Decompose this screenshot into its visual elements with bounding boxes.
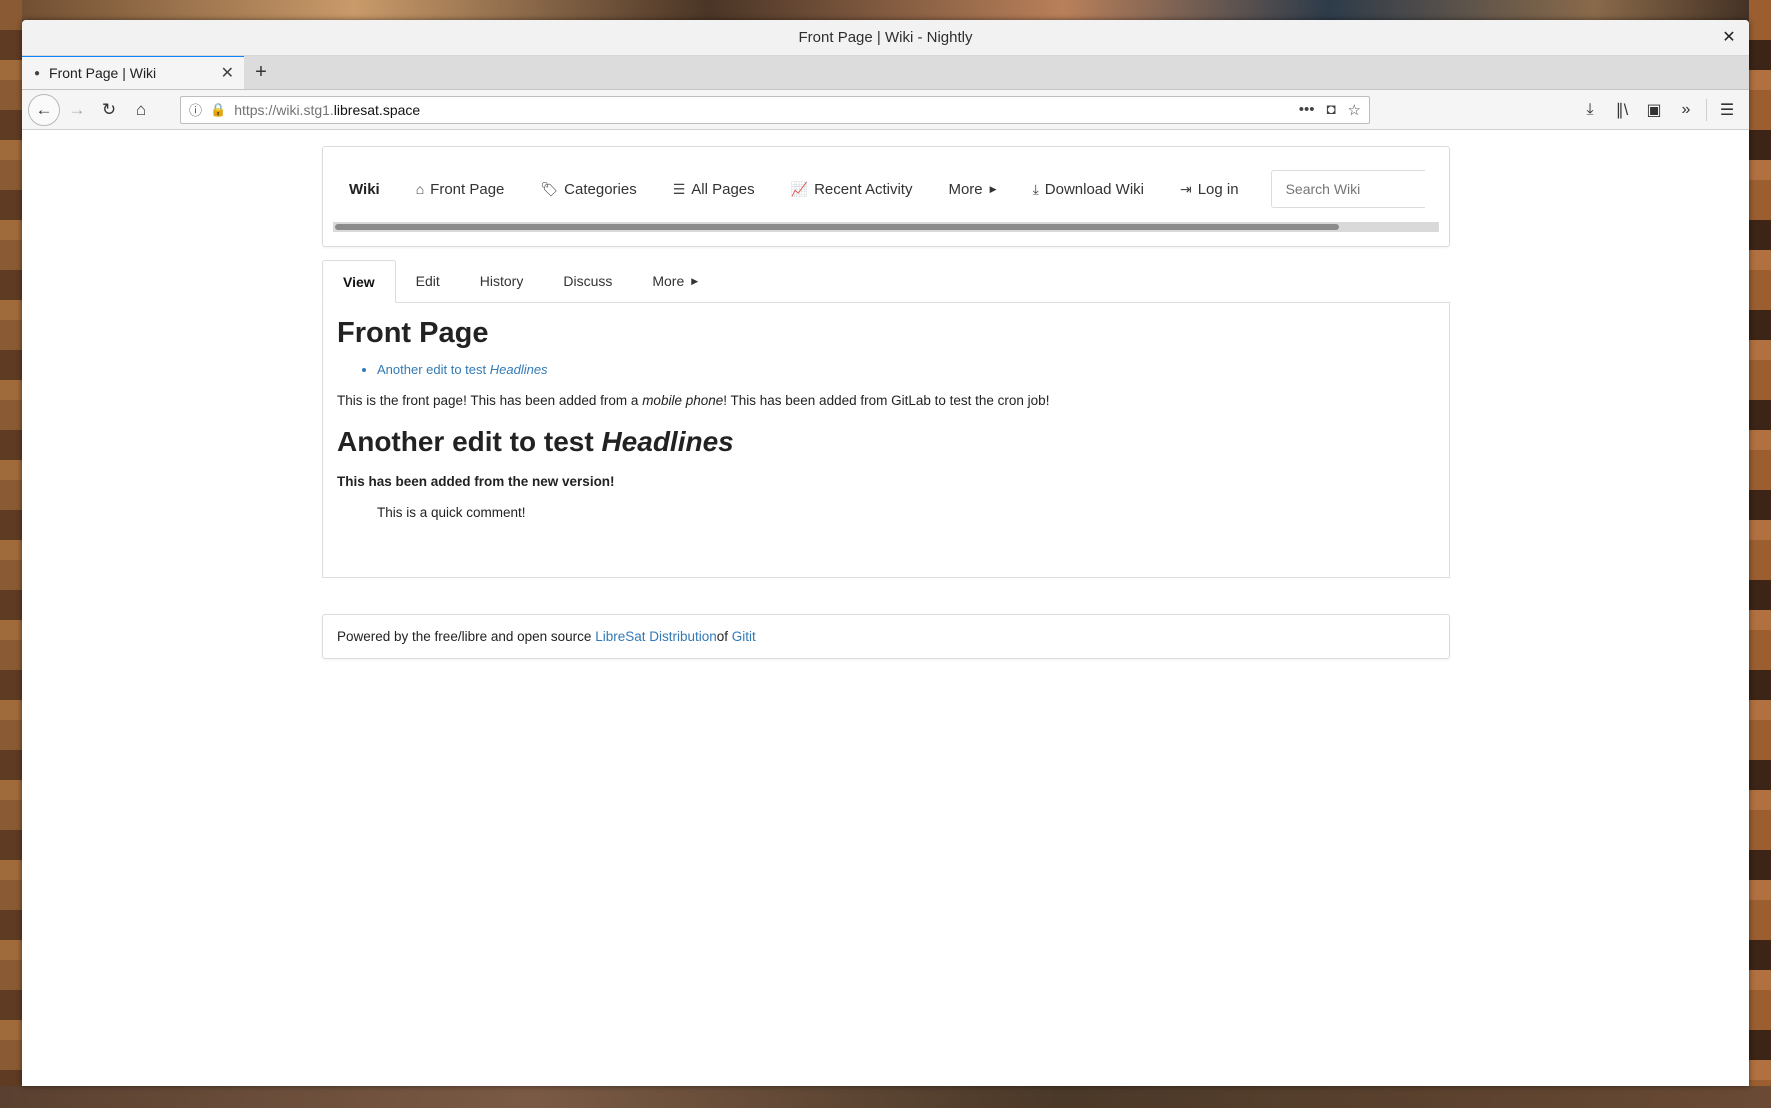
library-icon[interactable]: ∥\: [1606, 100, 1638, 120]
browser-window: Front Page | Wiki - Nightly ✕ ● Front Pa…: [22, 20, 1749, 1086]
caret-right-icon: ▶: [989, 183, 997, 194]
bookmark-star-icon[interactable]: ☆: [1348, 101, 1361, 119]
page-actions-icon[interactable]: •••: [1299, 101, 1315, 118]
bold-line: This has been added from the new version…: [337, 474, 615, 489]
nav-download-wiki-label: Download Wiki: [1044, 180, 1144, 198]
nav-more-label: More: [948, 180, 983, 198]
tab-strip: ● Front Page | Wiki ✕ +: [22, 55, 1749, 90]
home-button[interactable]: ⌂: [126, 95, 156, 125]
tab-edit[interactable]: Edit: [396, 260, 460, 302]
nav-categories-label: Categories: [564, 180, 637, 198]
nav-recent-activity[interactable]: 📈 Recent Activity: [773, 181, 931, 198]
downloads-icon[interactable]: ⤓: [1574, 101, 1606, 119]
lock-icon[interactable]: 🔒: [210, 102, 226, 118]
footer-middle: of: [716, 629, 729, 644]
article-body: Front Page Another edit to test Headline…: [322, 303, 1450, 578]
page-title: Front Page: [337, 317, 489, 349]
tab-view[interactable]: View: [322, 260, 396, 303]
toc-link[interactable]: Another edit to test Headlines: [377, 362, 548, 377]
quote-block: This is a quick comment!: [377, 505, 526, 520]
search-input[interactable]: [1270, 170, 1425, 208]
nav-recent-activity-label: Recent Activity: [814, 180, 913, 198]
page-footer: Powered by the free/libre and open sourc…: [322, 614, 1450, 659]
horizontal-scrollbar[interactable]: [333, 222, 1439, 232]
caret-right-icon: ▶: [691, 275, 699, 286]
nav-front-page[interactable]: ⌂ Front Page: [398, 181, 523, 198]
nav-log-in-label: Log in: [1197, 180, 1239, 198]
toc-item: Another edit to test Headlines: [377, 362, 1435, 377]
window-titlebar: Front Page | Wiki - Nightly ✕: [22, 20, 1749, 56]
list-icon: ☰: [672, 180, 686, 197]
sign-in-icon: ⇥: [1179, 180, 1192, 197]
url-domain: libresat.space: [333, 101, 421, 118]
download-icon: ⤓: [1032, 180, 1039, 197]
libresat-distribution-link[interactable]: LibreSat Distribution: [595, 629, 717, 644]
navigation-toolbar: ← → ↻ ⌂ ⓘ 🔒 https://wiki.stg1. libresat.s…: [22, 90, 1749, 130]
desktop-background-top: [0, 0, 1771, 20]
section-heading: Another edit to test Headlines: [337, 426, 734, 457]
line-chart-icon: 📈: [790, 180, 809, 197]
gitit-link[interactable]: Gitit: [732, 629, 756, 644]
tab-discuss[interactable]: Discuss: [543, 260, 632, 302]
desktop-background-left: [0, 0, 22, 1108]
desktop-background-right: [1749, 0, 1771, 1108]
nav-log-in[interactable]: ⇥ Log in: [1162, 181, 1257, 198]
tab-title: Front Page | Wiki: [49, 65, 157, 81]
nav-more-dropdown[interactable]: More ▶: [930, 181, 1014, 198]
scrollbar-thumb[interactable]: [335, 224, 1339, 230]
table-of-contents: Another edit to test Headlines: [377, 362, 1435, 377]
url-prefix: https://wiki.stg1.: [234, 101, 334, 118]
favicon-icon: ●: [34, 67, 41, 79]
sidebar-icon[interactable]: ▣: [1638, 100, 1670, 120]
menu-icon[interactable]: ☰: [1711, 100, 1743, 120]
desktop-background-bottom: [0, 1086, 1771, 1108]
back-button[interactable]: ←: [28, 93, 60, 126]
window-close-button[interactable]: ✕: [1719, 28, 1739, 48]
window-title: Front Page | Wiki - Nightly: [798, 29, 973, 46]
home-icon: ⌂: [415, 181, 425, 197]
tab-close-button[interactable]: ✕: [221, 63, 234, 83]
nav-download-wiki[interactable]: ⤓ Download Wiki: [1015, 181, 1162, 198]
tab-history[interactable]: History: [460, 260, 544, 302]
tab-more-label: More: [652, 273, 685, 289]
tab-more[interactable]: More ▶: [632, 260, 718, 302]
tags-icon: 🏷: [540, 180, 559, 197]
nav-all-pages-label: All Pages: [691, 180, 755, 198]
reload-button[interactable]: ↻: [94, 95, 124, 125]
page-tabs: View Edit History Discuss More ▶: [322, 260, 1450, 303]
wiki-navbar: Wiki ⌂ Front Page 🏷 Categories ☰ All Pag…: [322, 146, 1450, 247]
overflow-icon[interactable]: »: [1670, 101, 1702, 119]
new-tab-button[interactable]: +: [244, 55, 278, 89]
nav-front-page-label: Front Page: [430, 180, 505, 198]
footer-prefix: Powered by the free/libre and open sourc…: [337, 629, 592, 644]
browser-tab-front-page[interactable]: ● Front Page | Wiki ✕: [22, 55, 244, 89]
nav-all-pages[interactable]: ☰ All Pages: [655, 181, 773, 198]
pocket-icon[interactable]: ◘: [1326, 101, 1335, 118]
nav-categories[interactable]: 🏷 Categories: [522, 181, 654, 198]
info-icon[interactable]: ⓘ: [189, 100, 202, 119]
url-bar[interactable]: ⓘ 🔒 https://wiki.stg1. libresat.space •••…: [180, 95, 1370, 124]
forward-button[interactable]: →: [62, 95, 92, 125]
page-content: Wiki ⌂ Front Page 🏷 Categories ☰ All Pag…: [22, 131, 1749, 1086]
intro-paragraph: This is the front page! This has been ad…: [337, 393, 1050, 408]
wiki-brand[interactable]: Wiki: [333, 181, 398, 198]
